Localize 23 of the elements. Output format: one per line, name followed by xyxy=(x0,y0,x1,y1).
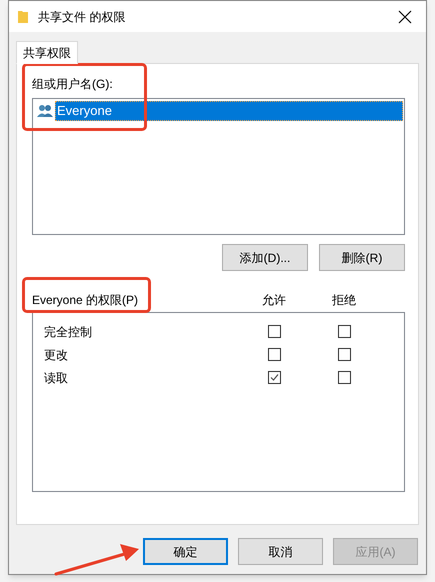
dialog-button[interactable]: 取消 xyxy=(238,538,323,565)
column-header: 允许 xyxy=(261,292,287,309)
dialog-button[interactable]: 添加(D)... xyxy=(222,244,308,271)
checkbox[interactable] xyxy=(268,371,280,384)
column-header: 拒绝 xyxy=(331,292,357,309)
dialog-button[interactable]: 确定 xyxy=(143,538,228,565)
window-title: 共享文件 的权限 xyxy=(38,8,126,26)
checkbox[interactable] xyxy=(338,348,350,361)
users-icon xyxy=(37,104,54,118)
permissions-label: Everyone 的权限(P) xyxy=(32,292,140,309)
permission-name: 读取 xyxy=(43,370,69,386)
folder-icon xyxy=(18,10,28,23)
tab[interactable]: 共享权限 xyxy=(16,41,78,64)
close-icon xyxy=(398,10,412,24)
dialog-button[interactable]: 删除(R) xyxy=(319,244,405,271)
permission-name: 完全控制 xyxy=(43,324,93,340)
checkbox[interactable] xyxy=(338,325,350,338)
group-label: 组或用户名(G): xyxy=(32,76,114,93)
checkbox[interactable] xyxy=(268,325,280,338)
list-item[interactable]: Everyone xyxy=(55,100,403,120)
permission-name: 更改 xyxy=(43,346,69,364)
checkbox[interactable] xyxy=(268,348,280,361)
checkbox[interactable] xyxy=(338,371,350,384)
